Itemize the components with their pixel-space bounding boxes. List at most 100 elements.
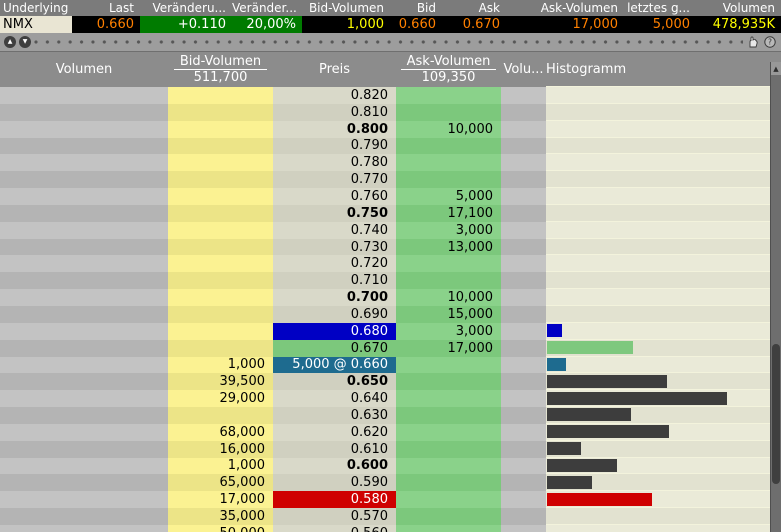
help-icon[interactable]: ? [763, 35, 777, 49]
ask-volume-cell[interactable] [396, 138, 501, 155]
bid-volume-cell[interactable] [168, 205, 273, 222]
price-cell[interactable]: 0.740 [273, 222, 396, 239]
bid-volume-cell[interactable] [168, 154, 273, 171]
price-cell[interactable]: 0.600 [273, 458, 396, 475]
price-cell[interactable]: 0.710 [273, 272, 396, 289]
price-cell[interactable]: 0.570 [273, 508, 396, 525]
price-cell[interactable]: 0.580 [273, 491, 396, 508]
bid-volume-cell[interactable] [168, 306, 273, 323]
price-cell[interactable]: 0.810 [273, 104, 396, 121]
price-cell[interactable]: 0.690 [273, 306, 396, 323]
bid-volume-cell[interactable]: 50,000 [168, 525, 273, 532]
bid-volume-cell[interactable] [168, 323, 273, 340]
price-cell[interactable]: 0.700 [273, 289, 396, 306]
hand-tool-icon[interactable] [746, 35, 760, 49]
ask-volume-cell[interactable] [396, 441, 501, 458]
bid-volume-cell[interactable] [168, 87, 273, 104]
ask-volume-cell[interactable]: 10,000 [396, 289, 501, 306]
bid-volume-cell[interactable]: 17,000 [168, 491, 273, 508]
ask-volume-cell[interactable]: 13,000 [396, 239, 501, 256]
bid-volume-cell[interactable] [168, 289, 273, 306]
price-cell[interactable]: 0.560 [273, 525, 396, 532]
bid-volume-cell[interactable] [168, 121, 273, 138]
bid-volume-cell[interactable] [168, 138, 273, 155]
histogram-cell [546, 390, 781, 407]
quote-value-change-pct: 20,00% [232, 16, 302, 33]
ask-volume-cell[interactable] [396, 154, 501, 171]
ask-volume-cell[interactable] [396, 104, 501, 121]
bid-volume-cell[interactable] [168, 104, 273, 121]
ask-volume-cell[interactable] [396, 87, 501, 104]
ask-volume-cell[interactable] [396, 525, 501, 532]
histogram-cell [546, 272, 781, 289]
drag-grip[interactable] [34, 33, 743, 51]
depth-row: 17,0000.580 [0, 491, 781, 508]
ask-volume-cell[interactable] [396, 458, 501, 475]
price-cell[interactable]: 0.780 [273, 154, 396, 171]
price-cell[interactable]: 0.650 [273, 373, 396, 390]
ask-volume-cell[interactable]: 17,100 [396, 205, 501, 222]
bid-volume-cell[interactable] [168, 407, 273, 424]
ask-volume-cell[interactable] [396, 390, 501, 407]
ask-volume-cell[interactable] [396, 357, 501, 374]
price-cell[interactable]: 0.590 [273, 474, 396, 491]
ask-volume-cell[interactable] [396, 424, 501, 441]
ask-volume-cell[interactable]: 5,000 [396, 188, 501, 205]
price-cell[interactable]: 0.720 [273, 255, 396, 272]
bid-volume-cell[interactable]: 1,000 [168, 458, 273, 475]
price-cell[interactable]: 0.630 [273, 407, 396, 424]
bid-volume-cell[interactable] [168, 188, 273, 205]
bid-volume-cell[interactable] [168, 340, 273, 357]
ask-volume-cell[interactable] [396, 373, 501, 390]
vertical-scrollbar[interactable]: ▲ [770, 62, 781, 532]
price-cell[interactable]: 0.610 [273, 441, 396, 458]
bid-volume-cell[interactable]: 1,000 [168, 357, 273, 374]
bid-volume-cell[interactable]: 35,000 [168, 508, 273, 525]
histogram-bar [547, 476, 592, 489]
ask-volume-cell[interactable]: 3,000 [396, 222, 501, 239]
ask-volume-cell[interactable]: 3,000 [396, 323, 501, 340]
scroll-down-button[interactable]: ▼ [19, 36, 31, 48]
ask-volume-cell[interactable] [396, 272, 501, 289]
bid-volume-cell[interactable] [168, 272, 273, 289]
histogram-cell [546, 239, 781, 256]
volu-cell [501, 121, 546, 138]
scrollbar-thumb[interactable] [772, 344, 780, 484]
ask-volume-cell[interactable]: 10,000 [396, 121, 501, 138]
price-cell[interactable]: 0.670 [273, 340, 396, 357]
price-cell[interactable]: 0.730 [273, 239, 396, 256]
volu-cell [501, 458, 546, 475]
bid-volume-cell[interactable] [168, 255, 273, 272]
bid-volume-cell[interactable]: 16,000 [168, 441, 273, 458]
scrollbar-up-button[interactable]: ▲ [771, 62, 781, 75]
price-cell[interactable]: 0.800 [273, 121, 396, 138]
price-cell[interactable]: 0.620 [273, 424, 396, 441]
price-cell[interactable]: 0.640 [273, 390, 396, 407]
price-cell[interactable]: 0.770 [273, 171, 396, 188]
bid-volume-cell[interactable]: 65,000 [168, 474, 273, 491]
price-cell[interactable]: 0.760 [273, 188, 396, 205]
ask-volume-cell[interactable]: 17,000 [396, 340, 501, 357]
price-cell[interactable]: 0.790 [273, 138, 396, 155]
ask-volume-cell[interactable] [396, 474, 501, 491]
ask-volume-cell[interactable]: 15,000 [396, 306, 501, 323]
volu-cell [501, 373, 546, 390]
ask-volume-cell[interactable] [396, 508, 501, 525]
ask-volume-cell[interactable] [396, 491, 501, 508]
bid-volume-cell[interactable] [168, 222, 273, 239]
price-cell[interactable]: 0.750 [273, 205, 396, 222]
bid-volume-cell[interactable]: 39,500 [168, 373, 273, 390]
volu-cell [501, 525, 546, 532]
ask-volume-cell[interactable] [396, 255, 501, 272]
bid-volume-cell[interactable] [168, 171, 273, 188]
bid-volume-cell[interactable]: 68,000 [168, 424, 273, 441]
ask-volume-cell[interactable] [396, 407, 501, 424]
price-cell[interactable]: 5,000 @ 0.660 [273, 357, 396, 374]
depth-table-body: 0.8200.8100.80010,0000.7900.7800.7700.76… [0, 87, 781, 532]
price-cell[interactable]: 0.680 [273, 323, 396, 340]
bid-volume-cell[interactable]: 29,000 [168, 390, 273, 407]
scroll-up-button[interactable]: ▲ [4, 36, 16, 48]
price-cell[interactable]: 0.820 [273, 87, 396, 104]
bid-volume-cell[interactable] [168, 239, 273, 256]
ask-volume-cell[interactable] [396, 171, 501, 188]
